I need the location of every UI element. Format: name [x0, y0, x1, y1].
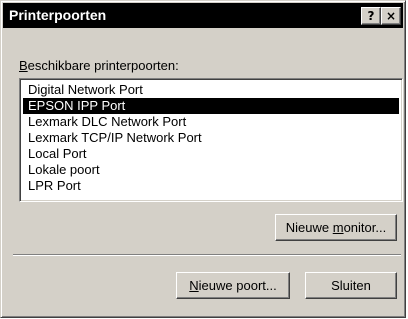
list-item-local-port[interactable]: Local Port — [23, 146, 399, 162]
close-icon: × — [385, 9, 397, 23]
separator — [13, 254, 401, 256]
help-button[interactable]: ? — [361, 7, 381, 25]
list-item-lpr-port[interactable]: LPR Port — [23, 178, 399, 194]
ports-listbox[interactable]: Digital Network Port EPSON IPP Port Lexm… — [19, 78, 403, 202]
new-port-mnemonic: N — [189, 278, 199, 293]
new-port-button[interactable]: Nieuwe poort... — [176, 272, 290, 299]
close-window-button[interactable]: × — [381, 7, 401, 25]
new-monitor-label-start: Nieuwe — [285, 220, 333, 235]
new-monitor-label-end: onitor... — [343, 220, 387, 235]
list-item-digital-network-port[interactable]: Digital Network Port — [23, 82, 399, 98]
label-text: eschikbare printerpoorten: — [27, 58, 179, 73]
close-button-label: Sluiten — [331, 278, 371, 293]
new-port-label-end: ieuwe poort... — [198, 278, 277, 293]
list-item-lexmark-dlc-network-port[interactable]: Lexmark DLC Network Port — [23, 114, 399, 130]
list-item-lexmark-tcpip-network-port[interactable]: Lexmark TCP/IP Network Port — [23, 130, 399, 146]
title-bar[interactable]: Printerpoorten ? × — [3, 3, 403, 28]
list-item-lokale-poort[interactable]: Lokale poort — [23, 162, 399, 178]
close-button[interactable]: Sluiten — [305, 272, 397, 299]
new-monitor-button[interactable]: Nieuwe monitor... — [275, 214, 397, 241]
available-ports-label: Beschikbare printerpoorten: — [19, 58, 179, 74]
window-title: Printerpoorten — [9, 7, 107, 23]
printer-ports-dialog: Printerpoorten ? × Beschikbare printerpo… — [0, 0, 406, 318]
new-monitor-mnemonic: m — [332, 220, 344, 235]
label-mnemonic: B — [19, 58, 28, 73]
help-icon: ? — [367, 9, 375, 23]
list-item-epson-ipp-port[interactable]: EPSON IPP Port — [23, 98, 399, 114]
